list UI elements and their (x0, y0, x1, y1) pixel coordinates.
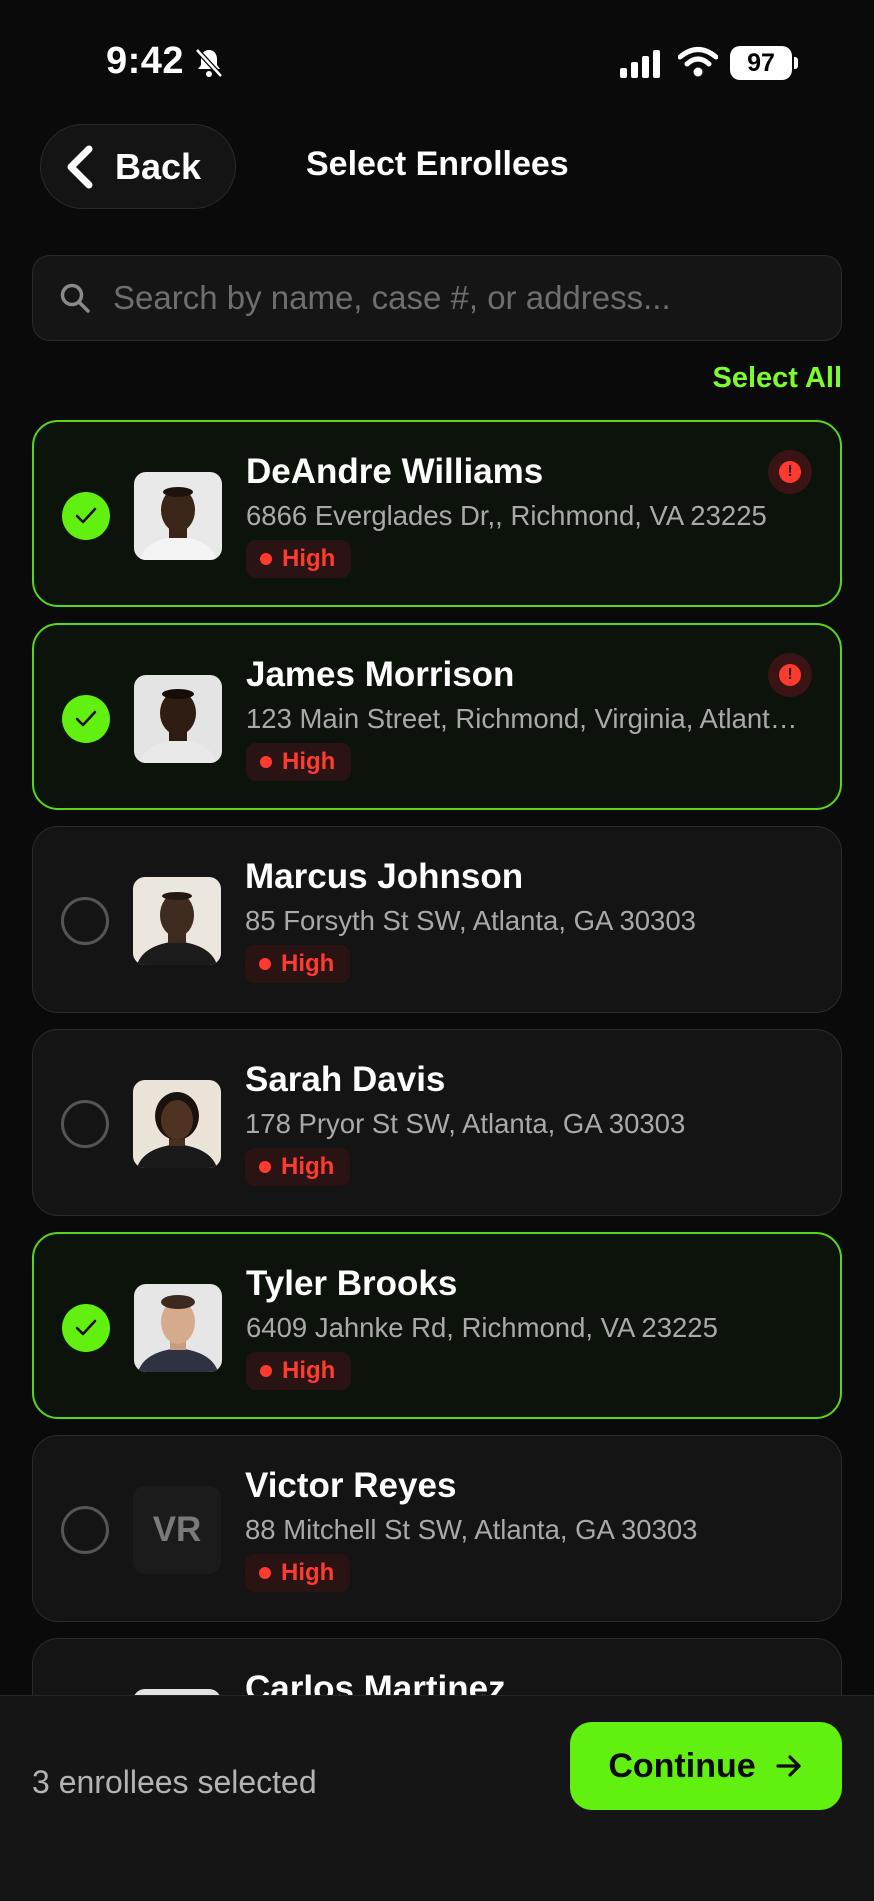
enrollee-address: 85 Forsyth St SW, Atlanta, GA 30303 (245, 905, 696, 936)
selected-count: 3 enrollees selected (32, 1764, 317, 1800)
alert-icon[interactable]: ! (768, 653, 812, 697)
risk-badge: High (246, 540, 352, 578)
risk-badge: High (245, 1148, 351, 1186)
person-photo (133, 877, 221, 965)
bell-slash-icon (195, 48, 223, 78)
person-photo (134, 472, 222, 560)
alert-icon[interactable]: ! (768, 450, 812, 494)
enrollee-address: 178 Pryor St SW, Atlanta, GA 30303 (245, 1108, 686, 1139)
risk-label: High (281, 950, 335, 977)
checkmark-icon (75, 1319, 97, 1336)
checkmark-icon (75, 507, 97, 524)
enrollee-card[interactable]: Tyler Brooks 6409 Jahnke Rd, Richmond, V… (32, 1232, 842, 1419)
bottom-action-bar: 3 enrollees selected Continue (0, 1695, 874, 1901)
enrollee-card[interactable]: Carlos Martinez (32, 1638, 842, 1695)
enrollee-name: DeAndre Williams (246, 452, 544, 491)
risk-label: High (282, 545, 336, 572)
risk-dot-icon (260, 553, 272, 565)
enrollee-name: Marcus Johnson (245, 857, 524, 896)
search-bar[interactable] (32, 255, 842, 341)
selection-checkbox[interactable] (62, 695, 110, 743)
continue-button[interactable]: Continue (570, 1722, 842, 1810)
back-button[interactable]: Back (40, 124, 236, 209)
enrollee-name: Tyler Brooks (246, 1264, 458, 1303)
cellular-signal-icon (620, 50, 660, 78)
selection-checkbox[interactable] (61, 897, 109, 945)
risk-label: High (282, 1357, 336, 1384)
risk-dot-icon (259, 958, 271, 970)
page-title: Select Enrollees (306, 145, 569, 183)
avatar (133, 1080, 221, 1168)
arrow-right-icon (776, 1755, 801, 1777)
risk-dot-icon (259, 1567, 271, 1579)
risk-dot-icon (260, 1365, 272, 1377)
checkmark-icon (75, 710, 97, 727)
search-icon (60, 283, 90, 313)
battery-level: 97 (747, 48, 775, 77)
enrollee-name: Carlos Martinez (245, 1669, 506, 1695)
enrollee-name: Sarah Davis (245, 1060, 446, 1099)
select-all-button[interactable]: Select All (713, 362, 842, 395)
person-photo (134, 1284, 222, 1372)
enrollee-list[interactable]: DeAndre Williams 6866 Everglades Dr,, Ri… (32, 420, 842, 1695)
risk-dot-icon (259, 1161, 271, 1173)
selection-checkbox[interactable] (61, 1506, 109, 1554)
enrollee-card[interactable]: DeAndre Williams 6866 Everglades Dr,, Ri… (32, 420, 842, 607)
risk-badge: High (245, 945, 351, 983)
back-label: Back (115, 145, 202, 187)
battery-indicator: 97 (730, 46, 798, 80)
enrollee-address: 6866 Everglades Dr,, Richmond, VA 23225 (246, 500, 767, 531)
enrollee-card[interactable]: VR Victor Reyes 88 Mitchell St SW, Atlan… (32, 1435, 842, 1622)
continue-label: Continue (608, 1746, 756, 1785)
avatar (134, 675, 222, 763)
selection-checkbox[interactable] (62, 492, 110, 540)
chevron-left-icon (67, 145, 93, 188)
enrollee-address: 123 Main Street, Richmond, Virginia, Atl… (246, 703, 811, 734)
enrollee-card[interactable]: Sarah Davis 178 Pryor St SW, Atlanta, GA… (32, 1029, 842, 1216)
search-input[interactable] (111, 278, 841, 318)
enrollee-name: James Morrison (246, 655, 515, 694)
selection-checkbox[interactable] (61, 1100, 109, 1148)
person-photo (134, 675, 222, 763)
enrollee-address: 6409 Jahnke Rd, Richmond, VA 23225 (246, 1312, 718, 1343)
risk-label: High (281, 1153, 335, 1180)
avatar (134, 472, 222, 560)
avatar (133, 877, 221, 965)
selection-checkbox[interactable] (62, 1304, 110, 1352)
status-time: 9:42 (106, 40, 185, 82)
enrollee-address: 88 Mitchell St SW, Atlanta, GA 30303 (245, 1514, 698, 1545)
status-bar: 9:42 97 (0, 0, 874, 130)
risk-badge: High (246, 1352, 352, 1390)
enrollee-name: Victor Reyes (245, 1466, 457, 1505)
avatar-initials: VR (133, 1486, 221, 1574)
risk-badge: High (245, 1554, 351, 1592)
risk-label: High (281, 1559, 335, 1586)
enrollee-card[interactable]: James Morrison 123 Main Street, Richmond… (32, 623, 842, 810)
risk-label: High (282, 748, 336, 775)
risk-dot-icon (260, 756, 272, 768)
wifi-icon (678, 47, 718, 77)
avatar (134, 1284, 222, 1372)
enrollee-card[interactable]: Marcus Johnson 85 Forsyth St SW, Atlanta… (32, 826, 842, 1013)
risk-badge: High (246, 743, 352, 781)
person-photo (133, 1080, 221, 1168)
